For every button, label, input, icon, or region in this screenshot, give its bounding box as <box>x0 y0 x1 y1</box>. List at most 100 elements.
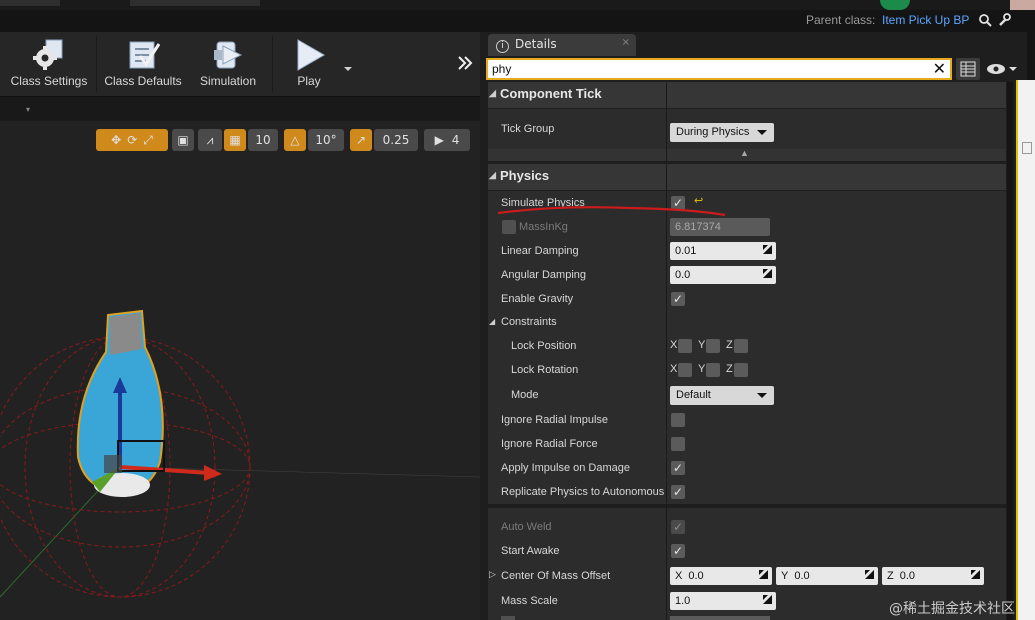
com-y-value: 0.0 <box>794 570 810 582</box>
axis-y-label: Y <box>698 339 706 351</box>
lock-rotation-x-checkbox[interactable] <box>678 363 692 377</box>
watermark: @稀土掘金技术社区 <box>889 601 1015 617</box>
details-tab[interactable]: i Details × <box>488 34 636 56</box>
lock-rotation-label: Lock Rotation <box>511 364 579 376</box>
center-of-mass-label: Center Of Mass Offset <box>501 570 611 582</box>
drag-handle-icon[interactable] <box>763 245 772 254</box>
apply-impulse-checkbox[interactable]: ✓ <box>671 461 685 475</box>
wrench-icon[interactable] <box>997 12 1011 31</box>
ignore-radial-impulse-checkbox[interactable] <box>671 413 685 427</box>
chevron-down-icon <box>757 393 767 398</box>
tick-group-value: During Physics <box>676 126 750 138</box>
drag-handle-icon[interactable] <box>865 570 874 579</box>
class-settings-button[interactable]: Class Settings <box>4 34 94 94</box>
com-x-field[interactable]: X 0.0 <box>670 567 772 585</box>
ignore-radial-force-checkbox[interactable] <box>671 437 685 451</box>
expand-arrow-icon[interactable]: ▷ <box>489 569 496 580</box>
details-scrollbar[interactable] <box>1007 82 1013 620</box>
double-chevron-icon[interactable] <box>456 54 474 76</box>
advanced-expander[interactable]: ▲ <box>488 148 1006 161</box>
tab-fragment[interactable] <box>130 0 260 6</box>
toolbar-divider <box>272 36 273 92</box>
angular-damping-row: Angular Damping 0.0 <box>488 263 1006 287</box>
view-options-button[interactable] <box>984 60 1020 82</box>
class-defaults-button[interactable]: Class Defaults <box>100 34 186 94</box>
class-defaults-label: Class Defaults <box>104 74 182 88</box>
scene-render <box>0 309 480 598</box>
com-y-field[interactable]: Y 0.0 <box>776 567 878 585</box>
search-box[interactable]: ✕ <box>486 58 952 80</box>
start-awake-checkbox[interactable]: ✓ <box>671 544 685 558</box>
drag-handle-icon[interactable] <box>759 570 768 579</box>
play-icon <box>292 38 326 72</box>
tab-fragment[interactable] <box>0 0 60 6</box>
tick-group-dropdown[interactable]: During Physics <box>670 123 774 142</box>
mass-scale-field[interactable]: 1.0 <box>670 592 776 610</box>
toolbar: Class Settings Class Defaults Simulation… <box>0 32 480 97</box>
avatar <box>1010 0 1035 10</box>
drag-handle-icon[interactable] <box>763 269 772 278</box>
apply-impulse-row: Apply Impulse on Damage ✓ <box>488 456 1006 480</box>
class-settings-label: Class Settings <box>10 74 88 88</box>
eye-icon <box>987 64 1017 74</box>
replicate-physics-label: Replicate Physics to Autonomous <box>501 486 665 498</box>
auto-weld-checkbox: ✓ <box>671 520 685 534</box>
mode-label: Mode <box>511 389 539 401</box>
top-strip <box>0 0 1035 10</box>
parent-class-label: Parent class: <box>806 13 876 27</box>
viewport[interactable]: ▾ ✥ ⟳ ⤢ ▣ ⩘ ▦ 10 △ 10° ↗ 0.25 ▶ 4 <box>0 97 480 620</box>
clear-search-icon[interactable]: ✕ <box>933 59 946 78</box>
simulation-button[interactable]: Simulation <box>190 34 266 94</box>
play-options-dropdown[interactable] <box>342 58 354 77</box>
com-x-axis-label: X <box>675 570 683 582</box>
com-y-axis-label: Y <box>781 570 789 582</box>
chevron-down-icon <box>757 130 767 135</box>
column-splitter[interactable] <box>666 82 667 620</box>
ignore-radial-impulse-row: Ignore Radial Impulse <box>488 408 1006 432</box>
details-panel: i Details × ✕ ◢ Component Tick Tick Group… <box>480 32 1027 620</box>
play-button[interactable]: Play <box>278 34 340 94</box>
tick-group-label: Tick Group <box>501 123 555 135</box>
collapse-arrow-icon[interactable]: ◢ <box>489 170 496 181</box>
play-label: Play <box>297 74 321 88</box>
enable-gravity-checkbox[interactable]: ✓ <box>671 292 685 306</box>
angular-damping-field[interactable]: 0.0 <box>670 266 776 284</box>
lock-position-z-checkbox[interactable] <box>734 339 748 353</box>
drag-handle-icon[interactable] <box>763 595 772 604</box>
property-matrix-button[interactable] <box>956 58 980 80</box>
constraints-row[interactable]: ◢ Constraints <box>488 310 1006 334</box>
axis-x-label: X <box>670 339 678 351</box>
com-z-value: 0.0 <box>899 570 916 582</box>
axis-x-label: X <box>670 363 678 375</box>
parent-class-link[interactable]: Item Pick Up BP <box>882 13 969 27</box>
angular-damping-label: Angular Damping <box>501 269 586 281</box>
close-tab-icon[interactable]: × <box>622 37 630 48</box>
category-physics[interactable]: ◢ Physics <box>488 164 1006 190</box>
lock-position-y-checkbox[interactable] <box>706 339 720 353</box>
mass-scale-label: Mass Scale <box>501 595 558 607</box>
lock-rotation-y-checkbox[interactable] <box>706 363 720 377</box>
ignore-radial-impulse-label: Ignore Radial Impulse <box>501 414 609 426</box>
lock-position-x-checkbox[interactable] <box>678 339 692 353</box>
collapse-arrow-icon[interactable]: ◢ <box>489 88 496 99</box>
lock-rotation-z-checkbox[interactable] <box>734 363 748 377</box>
replicate-physics-checkbox[interactable]: ✓ <box>671 485 685 499</box>
drag-handle-icon[interactable] <box>971 570 980 579</box>
table-icon <box>960 61 976 77</box>
search-icon[interactable] <box>978 12 992 31</box>
mode-row: Mode Default <box>488 383 1006 407</box>
collapse-arrow-icon[interactable]: ◢ <box>489 317 495 326</box>
lock-rotation-row: Lock Rotation X Y Z <box>488 358 1006 382</box>
search-input[interactable] <box>490 61 920 77</box>
apply-impulse-label: Apply Impulse on Damage <box>501 462 631 474</box>
mode-dropdown[interactable]: Default <box>670 386 774 405</box>
info-icon: i <box>496 40 509 53</box>
linear-damping-field[interactable]: 0.01 <box>670 242 776 260</box>
status-glow <box>880 0 910 10</box>
start-awake-row: Start Awake ✓ <box>488 539 1006 563</box>
tick-group-row: Tick Group During Physics <box>488 109 1006 149</box>
category-component-tick[interactable]: ◢ Component Tick <box>488 82 1006 108</box>
com-z-field[interactable]: Z 0.0 <box>882 567 984 585</box>
angular-damping-value: 0.0 <box>675 269 691 281</box>
start-awake-label: Start Awake <box>501 545 560 557</box>
